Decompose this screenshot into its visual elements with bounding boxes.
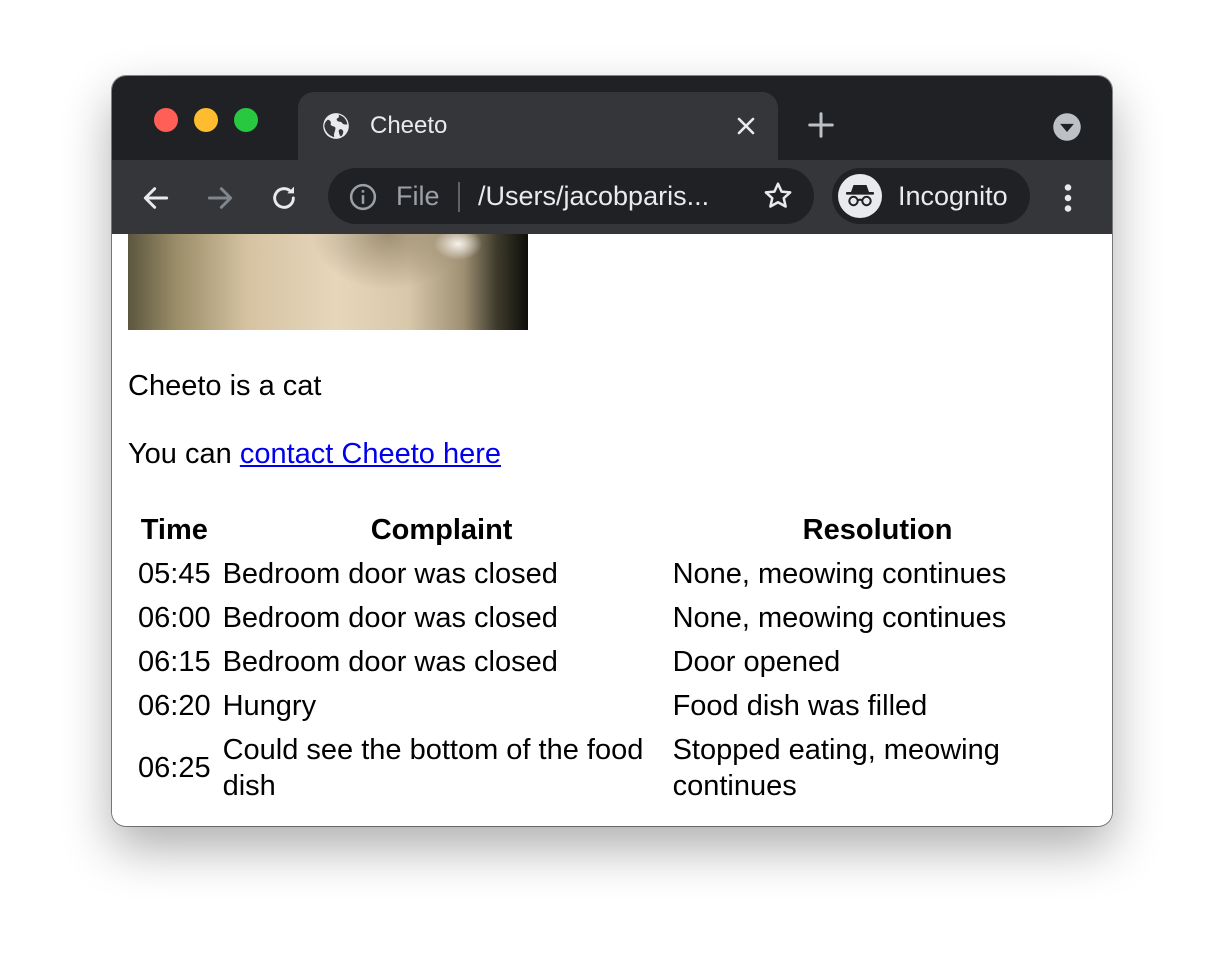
resolution-cell: Door opened xyxy=(672,646,841,678)
incognito-profile-button[interactable]: Incognito xyxy=(832,168,1030,224)
resolution-cell: None, meowing continues xyxy=(672,558,1007,590)
chevron-down-icon[interactable] xyxy=(1052,112,1082,142)
table-row: 06:00 Bedroom door was closed None, meow… xyxy=(134,600,1087,636)
omnibox-divider xyxy=(458,182,460,212)
back-arrow-icon[interactable] xyxy=(140,182,172,214)
avatar xyxy=(838,174,882,218)
more-vert-icon[interactable] xyxy=(1054,180,1082,216)
url-scheme-label: File xyxy=(396,181,440,211)
star-icon[interactable] xyxy=(762,180,794,212)
complaint-cell: Bedroom door was closed xyxy=(222,558,558,590)
minimize-window-button[interactable] xyxy=(194,108,218,132)
header-time: Time xyxy=(140,514,208,546)
complaint-cell: Bedroom door was closed xyxy=(222,646,558,678)
plus-icon[interactable] xyxy=(806,110,836,140)
tab-cheeto[interactable]: Cheeto xyxy=(298,92,778,160)
table-header-row: Time Complaint Resolution xyxy=(134,512,1087,548)
cat-photo-highlight xyxy=(428,234,488,270)
time-cell: 06:25 xyxy=(138,752,211,784)
profile-label: Incognito xyxy=(898,181,1008,211)
info-icon[interactable] xyxy=(348,182,378,212)
forward-arrow-icon[interactable] xyxy=(204,182,236,214)
close-window-button[interactable] xyxy=(154,108,178,132)
complaint-table: Time Complaint Resolution 05:45 Bedroom … xyxy=(130,504,1091,812)
reload-icon[interactable] xyxy=(268,182,300,214)
incognito-icon xyxy=(846,185,874,207)
page-description: Cheeto is a cat xyxy=(128,370,322,402)
globe-icon xyxy=(323,113,349,139)
time-cell: 06:00 xyxy=(138,602,211,634)
close-icon[interactable] xyxy=(734,114,758,138)
tab-title: Cheeto xyxy=(370,112,448,139)
contact-line: You can contact Cheeto here xyxy=(128,436,501,472)
header-resolution: Resolution xyxy=(802,514,953,546)
contact-prefix: You can xyxy=(128,438,232,470)
table-row: 06:25 Could see the bottom of the food d… xyxy=(134,732,1087,804)
table-row: 05:45 Bedroom door was closed None, meow… xyxy=(134,556,1087,592)
complaint-cell: Bedroom door was closed xyxy=(222,602,558,634)
contact-link[interactable]: contact Cheeto here xyxy=(240,438,501,470)
complaint-cell: Could see the bottom of the food dish xyxy=(222,734,644,802)
time-cell: 06:20 xyxy=(138,690,211,722)
address-bar[interactable]: File /Users/jacobparis... xyxy=(328,168,814,224)
resolution-cell: Food dish was filled xyxy=(672,690,928,722)
page-content: Cheeto is a cat You can contact Cheeto h… xyxy=(112,234,1112,826)
time-cell: 05:45 xyxy=(138,558,211,590)
zoom-window-button[interactable] xyxy=(234,108,258,132)
cat-photo xyxy=(128,234,528,330)
resolution-cell: None, meowing continues xyxy=(672,602,1007,634)
url-text[interactable]: /Users/jacobparis... xyxy=(478,181,709,211)
resolution-cell: Stopped eating, meowing continues xyxy=(672,734,1000,802)
header-complaint: Complaint xyxy=(370,514,513,546)
time-cell: 06:15 xyxy=(138,646,211,678)
title-bar: Cheeto xyxy=(112,76,1112,160)
table-row: 06:20 Hungry Food dish was filled xyxy=(134,688,1087,724)
browser-window: Cheeto File /Users/jacobparis... Incogni… xyxy=(112,76,1112,826)
table-row: 06:15 Bedroom door was closed Door opene… xyxy=(134,644,1087,680)
complaint-cell: Hungry xyxy=(222,690,317,722)
toolbar: File /Users/jacobparis... Incognito xyxy=(112,160,1112,235)
